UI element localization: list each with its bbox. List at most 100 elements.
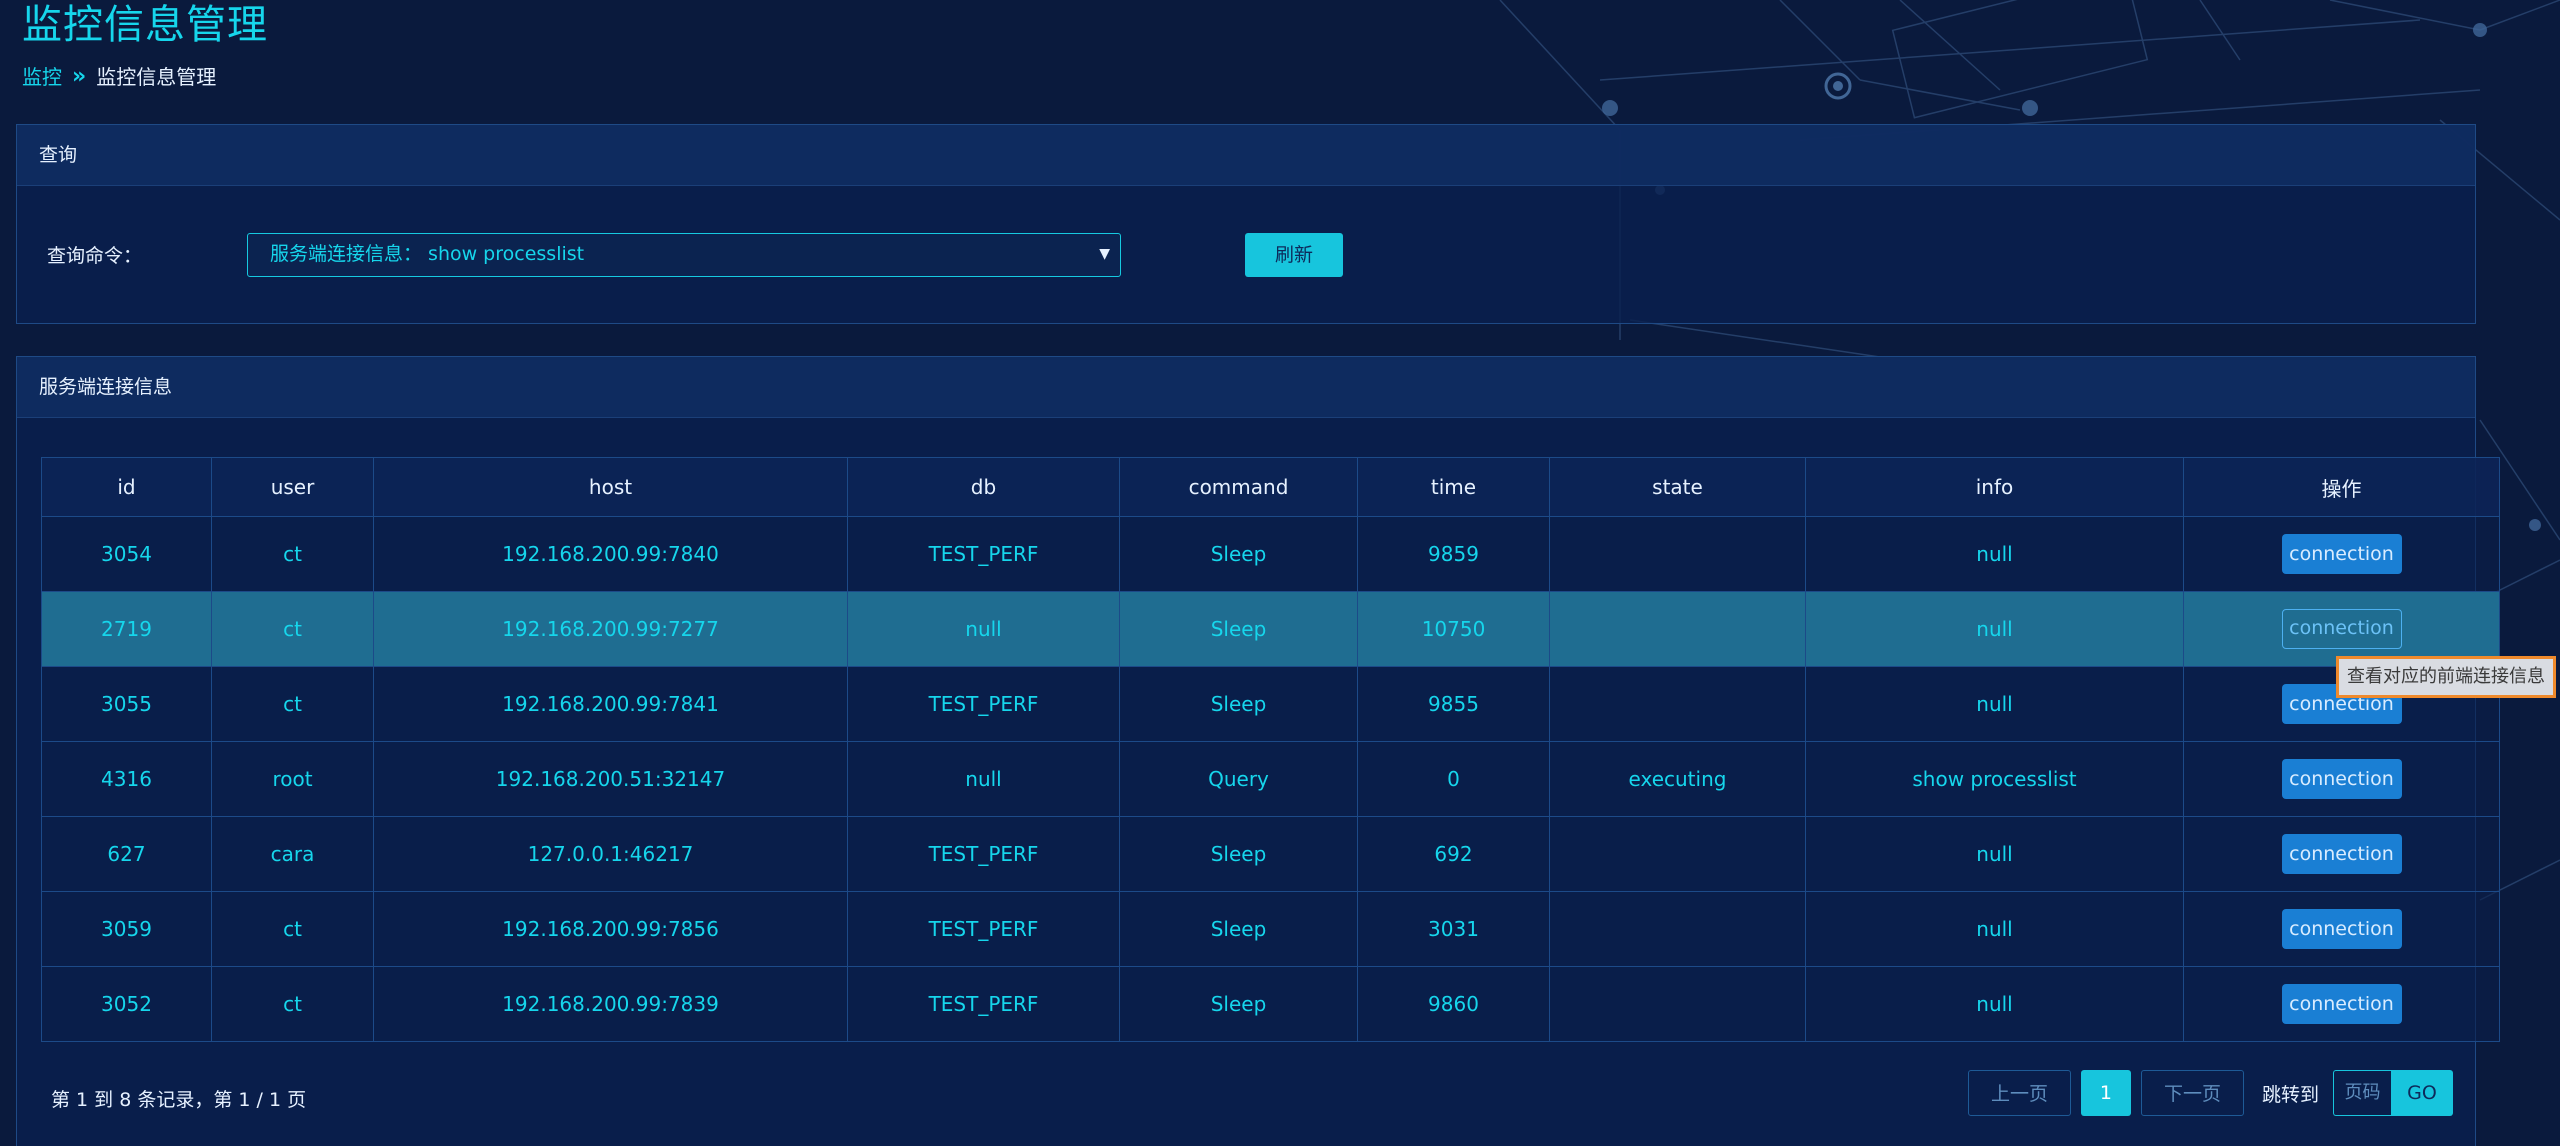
next-page-button[interactable]: 下一页: [2140, 1070, 2244, 1116]
cell-host: 192.168.200.99:7856: [373, 891, 848, 967]
column-header-state[interactable]: state: [1549, 457, 1806, 517]
query-panel-title: 查询: [17, 125, 2475, 186]
cell-time: 9860: [1357, 966, 1550, 1042]
cell-time: 692: [1357, 816, 1550, 892]
cell-db: TEST_PERF: [847, 816, 1120, 892]
connection-button[interactable]: connection: [2281, 534, 2402, 574]
cell-id: 3052: [41, 966, 212, 1042]
cell-user: root: [211, 741, 374, 817]
connection-button[interactable]: connection: [2281, 834, 2402, 874]
table-header-row: id user host db command time state info …: [41, 457, 2500, 517]
connection-panel: 服务端连接信息 id user host db command time sta…: [16, 356, 2500, 1146]
query-command-value: 服务端连接信息： show processlist: [270, 243, 585, 265]
cell-db: null: [847, 591, 1120, 667]
breadcrumb: 监控 » 监控信息管理: [22, 64, 216, 90]
query-panel: 查询 查询命令： 服务端连接信息： show processlist ▼ 刷新: [16, 124, 2476, 324]
breadcrumb-separator-icon: »: [72, 64, 87, 89]
cell-command: Query: [1119, 741, 1358, 817]
connection-panel-title: 服务端连接信息: [17, 357, 2475, 418]
cell-host: 192.168.200.99:7277: [373, 591, 848, 667]
column-header-command[interactable]: command: [1119, 457, 1358, 517]
prev-page-button[interactable]: 上一页: [1967, 1070, 2071, 1116]
cell-db: TEST_PERF: [847, 966, 1120, 1042]
caret-down-icon: ▼: [1099, 246, 1110, 262]
column-header-action: 操作: [2183, 457, 2500, 517]
cell-state: [1549, 816, 1806, 892]
column-header-user[interactable]: user: [211, 457, 374, 517]
cell-command: Sleep: [1119, 816, 1358, 892]
pagination: 上一页 1 下一页 跳转到 页码 GO: [1958, 1069, 2453, 1117]
cell-user: cara: [211, 816, 374, 892]
go-button[interactable]: GO: [2391, 1070, 2453, 1116]
table-row[interactable]: 3059 ct 192.168.200.99:7856 TEST_PERF Sl…: [41, 891, 2500, 967]
column-header-db[interactable]: db: [847, 457, 1120, 517]
cell-action: connection: [2183, 516, 2500, 592]
cell-id: 3055: [41, 666, 212, 742]
cell-db: TEST_PERF: [847, 516, 1120, 592]
cell-host: 192.168.200.99:7839: [373, 966, 848, 1042]
cell-command: Sleep: [1119, 666, 1358, 742]
cell-db: TEST_PERF: [847, 666, 1120, 742]
cell-time: 10750: [1357, 591, 1550, 667]
cell-id: 3054: [41, 516, 212, 592]
page: 监控信息管理 监控 » 监控信息管理 查询 查询命令： 服务端连接信息： sho…: [0, 0, 2560, 1146]
cell-host: 127.0.0.1:46217: [373, 816, 848, 892]
table-row[interactable]: 3054 ct 192.168.200.99:7840 TEST_PERF Sl…: [41, 516, 2500, 592]
cell-db: null: [847, 741, 1120, 817]
cell-id: 2719: [41, 591, 212, 667]
jump-to-label: 跳转到: [2261, 1083, 2319, 1106]
cell-action: connection: [2183, 816, 2500, 892]
cell-host: 192.168.200.51:32147: [373, 741, 848, 817]
page-number-current[interactable]: 1: [2080, 1070, 2131, 1116]
cell-state: [1549, 891, 1806, 967]
connection-button[interactable]: connection: [2281, 984, 2402, 1024]
cell-host: 192.168.200.99:7841: [373, 666, 848, 742]
query-command-select[interactable]: 服务端连接信息： show processlist ▼: [247, 233, 1121, 277]
cell-id: 627: [41, 816, 212, 892]
cell-user: ct: [211, 666, 374, 742]
query-command-label: 查询命令：: [47, 245, 143, 267]
connection-table: id user host db command time state info …: [41, 457, 2500, 1042]
cell-user: ct: [211, 516, 374, 592]
cell-info: null: [1805, 591, 2184, 667]
cell-time: 3031: [1357, 891, 1550, 967]
cell-state: [1549, 666, 1806, 742]
table-row[interactable]: 4316 root 192.168.200.51:32147 null Quer…: [41, 741, 2500, 817]
connection-button-hovered[interactable]: connection: [2281, 609, 2402, 649]
pagination-summary: 第 1 到 8 条记录，第 1 / 1 页: [51, 1089, 307, 1111]
cell-info: null: [1805, 816, 2184, 892]
cell-host: 192.168.200.99:7840: [373, 516, 848, 592]
cell-command: Sleep: [1119, 591, 1358, 667]
connection-tooltip: 查看对应的前端连接信息: [2336, 656, 2556, 698]
cell-user: ct: [211, 966, 374, 1042]
column-header-time[interactable]: time: [1357, 457, 1550, 517]
column-header-host[interactable]: host: [373, 457, 848, 517]
cell-state: executing: [1549, 741, 1806, 817]
breadcrumb-link-monitor[interactable]: 监控: [22, 64, 62, 90]
refresh-button[interactable]: 刷新: [1245, 233, 1343, 277]
column-header-id[interactable]: id: [41, 457, 212, 517]
page-title: 监控信息管理: [22, 2, 268, 48]
connection-button[interactable]: connection: [2281, 759, 2402, 799]
connection-button[interactable]: connection: [2281, 909, 2402, 949]
cell-user: ct: [211, 591, 374, 667]
table-row[interactable]: 3055 ct 192.168.200.99:7841 TEST_PERF Sl…: [41, 666, 2500, 742]
cell-time: 0: [1357, 741, 1550, 817]
cell-info: null: [1805, 516, 2184, 592]
cell-db: TEST_PERF: [847, 891, 1120, 967]
cell-state: [1549, 591, 1806, 667]
jump-to-group: 页码 GO: [2333, 1070, 2453, 1116]
cell-info: null: [1805, 666, 2184, 742]
breadcrumb-current: 监控信息管理: [96, 65, 217, 89]
cell-action: connection: [2183, 966, 2500, 1042]
column-header-info[interactable]: info: [1805, 457, 2184, 517]
cell-info: null: [1805, 966, 2184, 1042]
page-number-input[interactable]: 页码: [2333, 1070, 2391, 1116]
cell-command: Sleep: [1119, 891, 1358, 967]
cell-state: [1549, 966, 1806, 1042]
cell-id: 4316: [41, 741, 212, 817]
table-row[interactable]: 3052 ct 192.168.200.99:7839 TEST_PERF Sl…: [41, 966, 2500, 1042]
cell-user: ct: [211, 891, 374, 967]
table-row[interactable]: 627 cara 127.0.0.1:46217 TEST_PERF Sleep…: [41, 816, 2500, 892]
table-row-hovered[interactable]: 2719 ct 192.168.200.99:7277 null Sleep 1…: [41, 591, 2500, 667]
